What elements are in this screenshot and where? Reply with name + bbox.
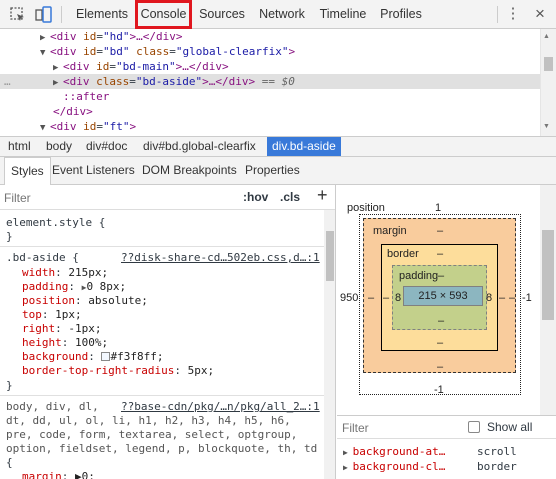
device-mode-icon[interactable] (33, 5, 53, 25)
base-rule-selector-1[interactable]: body, div, dl, (6, 400, 99, 414)
class-toggle[interactable]: .cls (280, 190, 300, 204)
element-style-selector[interactable]: element.style { (6, 216, 105, 230)
dom-tree: ▶ <div id="hd">…</div> ▼ <div id="bd" clas… (0, 29, 556, 136)
rule-close-brace: } (6, 230, 13, 243)
base-rule-selector-3[interactable]: pre, code, form, textarea, select, optgr… (6, 428, 297, 442)
border-left-value[interactable]: – (383, 292, 389, 304)
margin-top-value[interactable]: – (437, 225, 443, 237)
bd-aside-source-link[interactable]: ??disk-share-cd…502eb.css,d…:1 (121, 251, 320, 265)
prop-border-top-right-radius[interactable]: border-top-right-radius: 5px; (22, 364, 214, 378)
margin-left-value[interactable]: – (368, 292, 374, 304)
collapse-triangle-icon[interactable]: ▼ (40, 46, 50, 61)
tab-sources[interactable]: Sources (196, 0, 248, 29)
show-all-checkbox[interactable] (468, 421, 480, 433)
tab-event-listeners[interactable]: Event Listeners (46, 157, 141, 184)
tab-profiles[interactable]: Profiles (378, 0, 424, 29)
base-rule-selector-4[interactable]: option, fieldset, legend, p, blockquote,… (6, 442, 317, 456)
sidebar-tabs: Styles Event Listeners DOM Breakpoints P… (0, 157, 556, 185)
dom-node-ft[interactable]: ▼ <div id="ft"> (40, 119, 136, 134)
dom-node-bd[interactable]: ▼ <div id="bd" class="global-clearfix"> (40, 44, 295, 59)
position-top-value[interactable]: 1 (435, 202, 441, 214)
computed-row[interactable]: ▶ background-at… (343, 445, 445, 458)
prop-background[interactable]: background: #f3f8ff; (22, 350, 163, 364)
styles-filter-input[interactable] (4, 189, 204, 206)
border-label: border (387, 248, 419, 260)
tab-timeline[interactable]: Timeline (317, 0, 369, 29)
new-rule-button[interactable]: + (317, 185, 328, 206)
base-rule-selector-2[interactable]: dt, dd, ul, ol, li, h1, h2, h3, h4, h5, … (6, 414, 291, 428)
styles-scroll-thumb[interactable] (326, 231, 334, 281)
prop-right[interactable]: right: -1px; (22, 322, 102, 336)
padding-top-value[interactable]: – (438, 270, 444, 282)
prop-margin[interactable]: margin: ▶0; (22, 470, 95, 479)
padding-left-value[interactable]: 8 (395, 292, 401, 304)
computed-value: scroll (477, 445, 517, 458)
breadcrumb: html body div#doc div#bd.global-clearfix… (0, 136, 556, 157)
collapse-triangle-icon[interactable]: ▼ (40, 121, 50, 136)
border-top-value[interactable]: – (437, 248, 443, 260)
border-right-value[interactable]: – (499, 292, 505, 304)
crumb-div-doc[interactable]: div#doc (81, 137, 132, 156)
devtools-toolbar: Elements Console Sources Network Timelin… (0, 0, 556, 29)
crumb-html[interactable]: html (3, 137, 36, 156)
dom-node-bd-aside[interactable]: ▶ <div class="bd-aside">…</div> == $0 (53, 74, 295, 89)
tab-network[interactable]: Network (255, 0, 309, 29)
tab-dom-breakpoints[interactable]: DOM Breakpoints (136, 157, 243, 184)
content-box[interactable]: 215 × 593 (403, 286, 483, 306)
prop-width[interactable]: width: 215px; (22, 266, 108, 280)
tab-styles[interactable]: Styles (4, 157, 51, 185)
expand-triangle-icon[interactable]: ▶ (53, 76, 63, 91)
hover-state-toggle[interactable]: :hov (243, 190, 268, 204)
dom-node-close[interactable]: </div> (53, 104, 93, 119)
margin-right-value[interactable]: – (509, 292, 515, 304)
node-actions-dots[interactable]: … (4, 74, 11, 89)
position-bottom-value[interactable]: -1 (434, 384, 444, 396)
rule-close-brace: } (6, 379, 13, 392)
margin-bottom-value[interactable]: – (437, 361, 443, 373)
dom-node-bd-main[interactable]: ▶ <div id="bd-main">…</div> (53, 59, 229, 74)
position-left-value[interactable]: 950 (340, 292, 358, 304)
computed-row[interactable]: ▶ background-cl… (343, 460, 445, 473)
tab-console[interactable]: Console (135, 0, 192, 29)
computed-filter-bar: Show all (337, 415, 556, 439)
dom-node-hd[interactable]: ▶ <div id="hd">…</div> (40, 29, 182, 44)
computed-value: border (477, 460, 517, 473)
base-rule-open-brace: { (6, 456, 13, 469)
box-model-pane: position 1 margin – border – padding – 2… (337, 185, 556, 479)
inspect-element-icon[interactable] (8, 5, 28, 25)
prop-position[interactable]: position: absolute; (22, 294, 148, 308)
padding-right-value[interactable]: 8 (486, 292, 492, 304)
border-bottom-value[interactable]: – (437, 337, 443, 349)
crumb-div-bd[interactable]: div#bd.global-clearfix (138, 137, 261, 156)
dom-scrollbar[interactable]: ▲ ▼ (540, 29, 556, 136)
prop-height[interactable]: height: 100%; (22, 336, 108, 350)
position-label: position (347, 202, 385, 214)
box-model-scroll-thumb[interactable] (542, 230, 554, 320)
styles-pane: :hov .cls + element.style { } .bd-aside … (0, 185, 336, 479)
padding-bottom-value[interactable]: – (438, 315, 444, 327)
more-options-icon[interactable]: ⋮ (503, 4, 523, 24)
margin-label: margin (373, 225, 407, 237)
base-source-link[interactable]: ??base-cdn/pkg/…n/pkg/all_2…:1 (121, 400, 320, 414)
prop-padding[interactable]: padding: ▶0 8px; (22, 280, 126, 294)
crumb-body[interactable]: body (41, 137, 77, 156)
close-icon[interactable]: × (530, 4, 550, 24)
dom-node-after[interactable]: ::after (63, 89, 109, 104)
computed-filter-input[interactable] (342, 420, 452, 436)
tab-elements[interactable]: Elements (72, 0, 132, 29)
position-right-value[interactable]: -1 (522, 292, 532, 304)
tab-properties[interactable]: Properties (239, 157, 306, 184)
prop-top[interactable]: top: 1px; (22, 308, 82, 322)
bd-aside-selector[interactable]: .bd-aside { (6, 251, 79, 265)
show-all-label: Show all (487, 420, 533, 434)
styles-filter-bar: :hov .cls + (0, 185, 335, 210)
crumb-div-bd-aside[interactable]: div.bd-aside (267, 137, 341, 156)
padding-label: padding (399, 270, 439, 282)
